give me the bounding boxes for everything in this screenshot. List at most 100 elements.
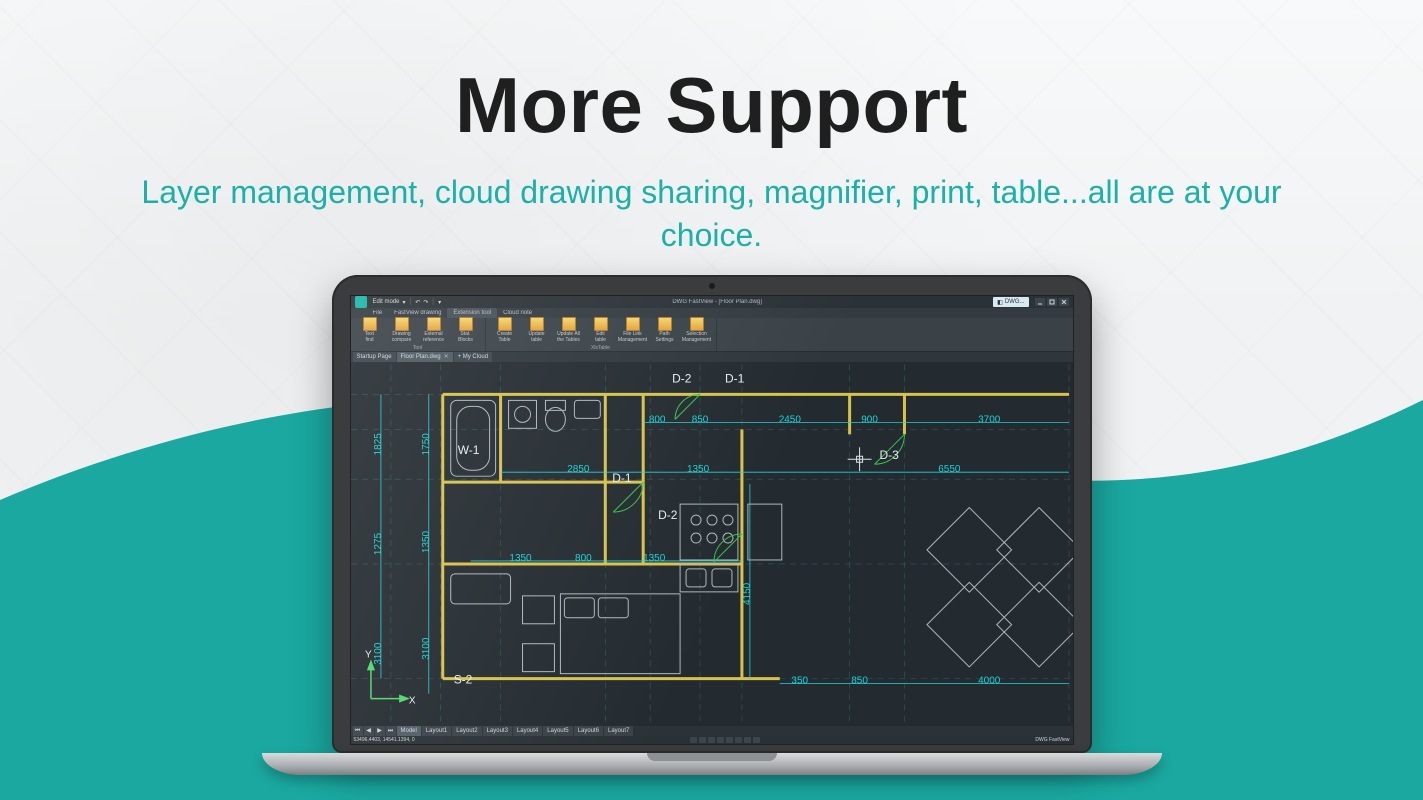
plan-label: D-1 <box>724 371 744 385</box>
layout-tab[interactable]: Layout6 <box>574 726 603 736</box>
status-bar: 53496,4403, 14541.1394, 0 DWG FastView <box>351 736 1073 744</box>
document-tabs: Startup PageFloor Plan.dwg✕+ My Cloud <box>351 352 1073 362</box>
ribbon-label: SelectionManagement <box>682 332 711 343</box>
dimension-value: 1350 <box>509 553 532 564</box>
dimension-value: 4000 <box>978 676 1001 687</box>
dimension-value: 3100 <box>372 642 383 665</box>
plan-label: D-2 <box>658 508 678 522</box>
status-toggle-icon[interactable] <box>744 737 751 743</box>
window-title: DWG FastView - [Floor Plan.dwg] <box>447 299 987 305</box>
layout-last-icon[interactable]: ⏭ <box>386 726 396 736</box>
plan-label: D-3 <box>879 448 899 462</box>
dimension-value: 2850 <box>567 464 590 475</box>
plan-label: S-2 <box>453 673 472 687</box>
ribbon-icon <box>498 317 512 331</box>
dimension-value: 1350 <box>643 553 666 564</box>
hero-title: More Support <box>0 60 1423 151</box>
dimension-value: 1275 <box>372 532 383 555</box>
layout-prev-icon[interactable]: ◀ <box>364 726 374 736</box>
dimension-value: 2450 <box>778 414 801 425</box>
laptop-mockup: Edit mode ▾ │ ↶ ↷ │ ▾ DWG FastView - [Fl… <box>332 275 1092 775</box>
dimension-value: 800 <box>575 553 592 564</box>
close-icon[interactable]: ✕ <box>444 354 449 360</box>
dwg-badge[interactable]: ◧ DWG... <box>993 297 1028 307</box>
ribbon-icon <box>594 317 608 331</box>
edit-mode-label: Edit mode <box>373 299 400 305</box>
plan-label: D-1 <box>612 471 632 485</box>
ribbon-icon <box>395 317 409 331</box>
ribbon-group-label: XlsTable <box>486 345 716 351</box>
undo-icon[interactable]: ↶ <box>415 299 420 306</box>
laptop-base <box>262 753 1162 775</box>
ribbon-icon <box>427 317 441 331</box>
dimension-value: 3100 <box>420 637 431 660</box>
minimize-button[interactable] <box>1035 298 1045 306</box>
ribbon-icon <box>562 317 576 331</box>
dimension-value: 1350 <box>686 464 709 475</box>
dimension-value: 850 <box>691 414 708 425</box>
dimension-value: 800 <box>648 414 665 425</box>
status-toggle-icon[interactable] <box>717 737 724 743</box>
app-logo-icon <box>355 296 367 308</box>
status-toggle-icon[interactable] <box>735 737 742 743</box>
ribbon-label: CreateTable <box>497 332 512 343</box>
redo-icon[interactable]: ↷ <box>423 299 428 306</box>
layout-tab[interactable]: Layout3 <box>483 726 512 736</box>
close-button[interactable] <box>1059 298 1069 306</box>
ribbon-icon <box>459 317 473 331</box>
layout-tab[interactable]: Layout5 <box>543 726 572 736</box>
more-chevron-icon[interactable]: ▾ <box>438 299 441 306</box>
dwg-badge-icon: ◧ <box>997 299 1003 306</box>
doc-tab[interactable]: Startup Page <box>353 352 396 362</box>
edit-mode-chevron-icon[interactable]: ▾ <box>403 299 406 306</box>
dimension-value: 900 <box>861 414 878 425</box>
maximize-button[interactable] <box>1047 298 1057 306</box>
dimension-value: 6550 <box>938 464 961 475</box>
status-coords: 53496,4403, 14541.1394, 0 <box>354 737 415 743</box>
ribbon-label: Stat.Blocks <box>458 332 473 343</box>
status-toggle-icon[interactable] <box>690 737 697 743</box>
ribbon-group-tool: TextfindDrawingcompareExternalreferenceS… <box>351 318 486 351</box>
status-toggle-icon[interactable] <box>753 737 760 743</box>
ribbon: TextfindDrawingcompareExternalreferenceS… <box>351 318 1073 352</box>
doc-tab[interactable]: + My Cloud <box>454 352 493 362</box>
layout-tab[interactable]: Layout4 <box>513 726 542 736</box>
layout-tab[interactable]: Layout1 <box>422 726 451 736</box>
dimension-value: 1825 <box>372 433 383 456</box>
layout-tabs: ⏮ ◀ ▶ ⏭ ModelLayout1Layout2Layout3Layout… <box>351 726 1073 736</box>
layout-first-icon[interactable]: ⏮ <box>353 726 363 736</box>
ribbon-icon <box>626 317 640 331</box>
layout-tab[interactable]: Layout7 <box>604 726 633 736</box>
app-screen: Edit mode ▾ │ ↶ ↷ │ ▾ DWG FastView - [Fl… <box>350 295 1074 745</box>
plan-label: W-1 <box>457 443 479 457</box>
ribbon-label: Externalreference <box>423 332 444 343</box>
ribbon-icon <box>658 317 672 331</box>
ribbon-group-xlstable: CreateTable Updatetable Update Allthe Tabl… <box>486 318 717 351</box>
ribbon-label: Textfind <box>365 332 374 343</box>
dimension-value: 850 <box>851 676 868 687</box>
ribbon-label: Updatetable <box>528 332 544 343</box>
ribbon-label: Update Allthe Tables <box>557 332 580 343</box>
drawing-canvas[interactable]: Y X <box>351 362 1073 726</box>
layout-tab[interactable]: Model <box>397 726 421 736</box>
titlebar: Edit mode ▾ │ ↶ ↷ │ ▾ DWG FastView - [Fl… <box>351 296 1073 308</box>
ribbon-label: PathSettings <box>655 332 673 343</box>
layout-tab[interactable]: Layout2 <box>452 726 481 736</box>
axis-y-label: Y <box>364 650 371 661</box>
status-toggle-icon[interactable] <box>699 737 706 743</box>
dimension-value: 4150 <box>741 582 752 605</box>
ribbon-icon <box>530 317 544 331</box>
camera-dot <box>709 283 715 289</box>
status-toggle-icon[interactable] <box>726 737 733 743</box>
status-toggles <box>690 737 760 743</box>
dimension-value: 3700 <box>978 414 1001 425</box>
status-toggle-icon[interactable] <box>708 737 715 743</box>
status-brand: DWG FastView <box>1035 737 1069 743</box>
layout-next-icon[interactable]: ▶ <box>375 726 385 736</box>
axis-x-label: X <box>408 696 415 707</box>
ribbon-label: File LinkManagement <box>618 332 647 343</box>
dimension-value: 1750 <box>420 433 431 456</box>
ribbon-label: Edittable <box>595 332 606 343</box>
dimension-value: 1350 <box>420 530 431 553</box>
doc-tab[interactable]: Floor Plan.dwg✕ <box>397 352 453 362</box>
